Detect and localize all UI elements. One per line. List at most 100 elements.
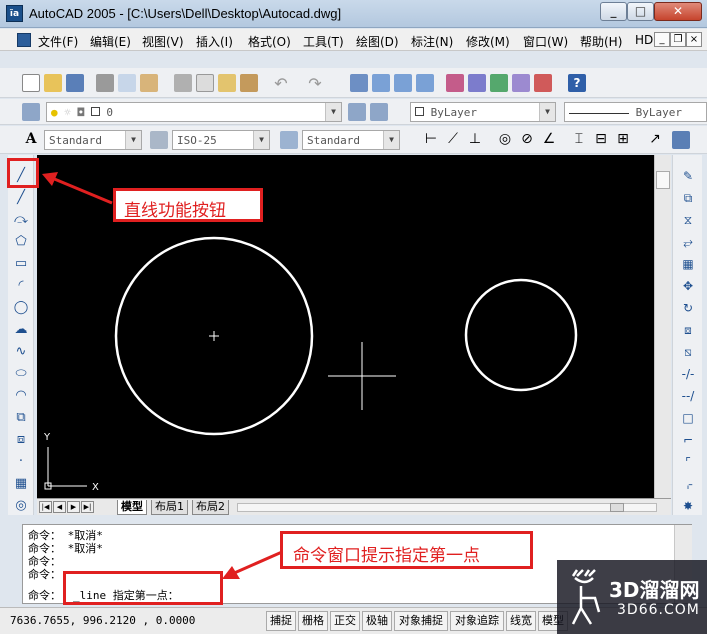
hatch-icon[interactable]: ▦ (12, 475, 30, 493)
rectangle-icon[interactable]: ▭ (12, 255, 30, 273)
menu-file[interactable]: 文件(F) (38, 33, 78, 50)
diameter-dim-icon[interactable]: ⊘ (518, 131, 536, 149)
scale-icon[interactable]: ⧈ (679, 321, 697, 339)
ordinate-dim-icon[interactable]: ⊥ (466, 131, 484, 149)
tolerance-icon[interactable] (672, 131, 690, 149)
copy-icon[interactable]: ⧉ (679, 189, 697, 207)
design-center-icon[interactable] (468, 74, 486, 92)
redo-icon[interactable]: ↷ (306, 74, 324, 93)
menu-dimension[interactable]: 标注(N) (411, 33, 453, 50)
break-at-point-icon[interactable]: □ (679, 409, 697, 427)
menu-edit[interactable]: 编辑(E) (90, 33, 131, 50)
baseline-dim-icon[interactable]: ⊟ (592, 131, 610, 149)
last-tab-button[interactable]: ▶| (81, 501, 94, 513)
vertical-scrollbar[interactable] (654, 155, 671, 498)
chamfer-icon[interactable]: ⌜ (679, 453, 697, 471)
menu-tools[interactable]: 工具(T) (303, 33, 344, 50)
zoom-window-icon[interactable] (394, 74, 412, 92)
leader-icon[interactable]: ↗ (646, 131, 664, 149)
new-icon[interactable] (22, 74, 40, 92)
make-object-layer-current-icon[interactable] (348, 103, 366, 121)
snap-toggle[interactable]: 捕捉 (266, 611, 296, 631)
doc-close-button[interactable]: × (686, 32, 702, 47)
radius-dim-icon[interactable]: ◎ (496, 131, 514, 149)
construction-line-icon[interactable]: ╱ (12, 189, 30, 207)
layer-previous-icon[interactable] (370, 103, 388, 121)
move-icon[interactable]: ✥ (679, 277, 697, 295)
spline-icon[interactable]: ∿ (12, 343, 30, 361)
save-icon[interactable] (66, 74, 84, 92)
region-icon[interactable]: ◎ (12, 497, 30, 515)
lineweight-toggle[interactable]: 线宽 (506, 611, 536, 631)
sheet-set-icon[interactable] (512, 74, 530, 92)
array-icon[interactable]: ▦ (679, 255, 697, 273)
menu-window[interactable]: 窗口(W) (523, 33, 568, 50)
table-style-dropdown[interactable]: Standard ▼ (302, 130, 400, 150)
doc-restore-button[interactable]: ❐ (670, 32, 686, 47)
offset-icon[interactable]: ⥂ (679, 233, 697, 251)
match-properties-icon[interactable] (240, 74, 258, 92)
quick-dim-icon[interactable]: ⌶ (570, 131, 588, 149)
make-block-icon[interactable]: ⧈ (12, 431, 30, 449)
linetype-dropdown[interactable]: ByLayer (564, 102, 707, 122)
menu-format[interactable]: 格式(O) (248, 33, 291, 50)
color-dropdown[interactable]: ByLayer ▼ (410, 102, 556, 122)
polygon-icon[interactable]: ⬠ (12, 233, 30, 251)
horizontal-scrollbar[interactable] (237, 503, 657, 512)
close-button[interactable]: ✕ (654, 2, 702, 21)
doc-minimize-button[interactable]: _ (654, 32, 670, 47)
hscroll-thumb[interactable] (610, 503, 624, 512)
zoom-previous-icon[interactable] (416, 74, 434, 92)
text-style-dropdown[interactable]: Standard ▼ (44, 130, 142, 150)
polyline-icon[interactable]: ⤼ (12, 211, 30, 229)
menu-insert[interactable]: 插入(I) (196, 33, 233, 50)
undo-icon[interactable]: ↶ (272, 74, 290, 93)
dim-style-dropdown[interactable]: ISO-25 ▼ (172, 130, 270, 150)
print-icon[interactable] (96, 74, 114, 92)
mirror-icon[interactable]: ⧖ (679, 211, 697, 229)
scroll-thumb[interactable] (656, 171, 670, 189)
menu-view[interactable]: 视图(V) (142, 33, 184, 50)
cut-icon[interactable] (174, 74, 192, 92)
grid-toggle[interactable]: 栅格 (298, 611, 328, 631)
erase-icon[interactable]: ✎ (679, 167, 697, 185)
help-icon[interactable]: ? (568, 74, 586, 92)
autocad-app-icon[interactable]: ĩa (6, 5, 23, 22)
stretch-icon[interactable]: ⧅ (679, 343, 697, 361)
properties-icon[interactable] (446, 74, 464, 92)
tab-layout1[interactable]: 布局1 (151, 500, 188, 515)
continue-dim-icon[interactable]: ⊞ (614, 131, 632, 149)
menu-modify[interactable]: 修改(M) (466, 33, 510, 50)
insert-block-icon[interactable]: ⧉ (12, 409, 30, 427)
layer-manager-icon[interactable] (22, 103, 40, 121)
small-circle[interactable] (464, 278, 578, 392)
break-icon[interactable]: ⌐ (679, 431, 697, 449)
revision-cloud-icon[interactable]: ☁ (12, 321, 30, 339)
otrack-toggle[interactable]: 对象追踪 (450, 611, 504, 631)
table-style-icon[interactable] (280, 131, 298, 149)
layer-dropdown[interactable]: ● ☼ ◘ 0 ▼ (46, 102, 342, 122)
tab-model[interactable]: 模型 (117, 500, 147, 515)
polar-toggle[interactable]: 极轴 (362, 611, 392, 631)
ellipse-icon[interactable]: ⬭ (12, 365, 30, 383)
osnap-toggle[interactable]: 对象捕捉 (394, 611, 448, 631)
ortho-toggle[interactable]: 正交 (330, 611, 360, 631)
circle-icon[interactable]: ◯ (12, 299, 30, 317)
arc-icon[interactable]: ◜ (12, 277, 30, 295)
text-style-icon[interactable]: A (22, 131, 40, 149)
extend-icon[interactable]: --/ (679, 387, 697, 405)
minimize-button[interactable]: _ (600, 2, 627, 21)
tool-palettes-icon[interactable] (490, 74, 508, 92)
paste-icon[interactable] (218, 74, 236, 92)
trim-icon[interactable]: -/- (679, 365, 697, 383)
explode-icon[interactable]: ✸ (679, 497, 697, 515)
linear-dim-icon[interactable]: ⊢ (422, 131, 440, 149)
markup-icon[interactable] (534, 74, 552, 92)
first-tab-button[interactable]: |◀ (39, 501, 52, 513)
zoom-realtime-icon[interactable] (372, 74, 390, 92)
angular-dim-icon[interactable]: ∠ (540, 131, 558, 149)
maximize-button[interactable]: □ (627, 2, 654, 21)
tab-layout2[interactable]: 布局2 (192, 500, 229, 515)
open-icon[interactable] (44, 74, 62, 92)
copy-icon[interactable] (196, 74, 214, 92)
